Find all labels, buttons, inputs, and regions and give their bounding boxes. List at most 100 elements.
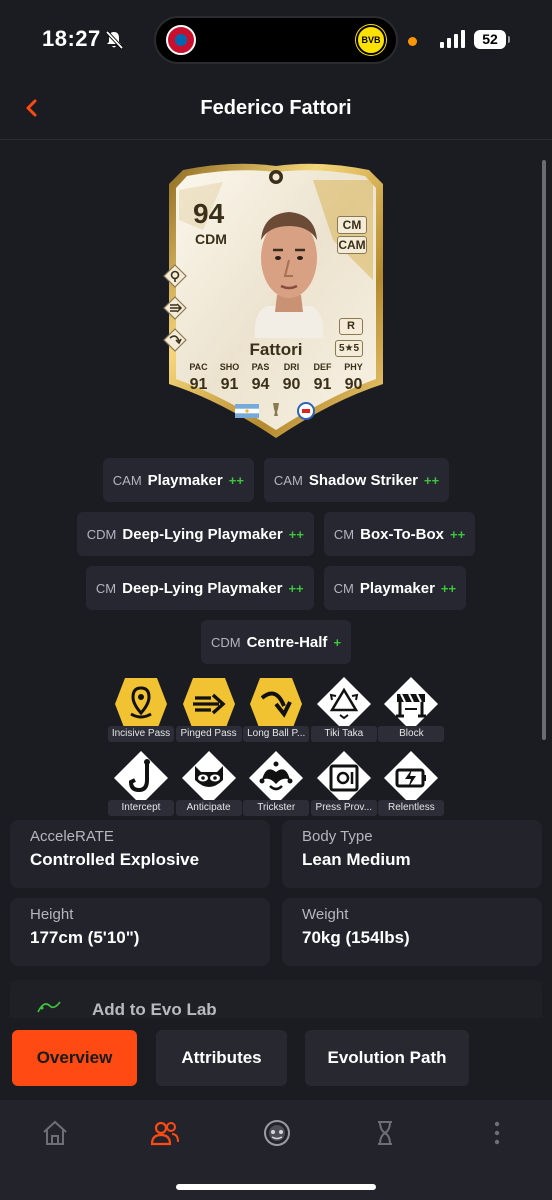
playstyle-label: Press Prov...	[310, 800, 377, 816]
playstyle-incisive-pass[interactable]: Incisive Pass	[108, 676, 174, 742]
body-type-card: Body Type Lean Medium	[282, 820, 542, 888]
weight-label: Weight	[302, 906, 349, 923]
evo-lab-icon	[37, 1001, 61, 1013]
role-chip[interactable]: CAM Playmaker ++	[102, 458, 254, 502]
accelerate-card: AcceleRATE Controlled Explosive	[10, 820, 270, 888]
body-type-label: Body Type	[302, 828, 373, 845]
bvb-crest: BVB	[356, 25, 386, 55]
evo-lab-label: Add to Evo Lab	[92, 1000, 217, 1019]
role-chip[interactable]: CM Playmaker ++	[323, 566, 467, 610]
card-position: CDM	[195, 231, 227, 247]
playstyle-label: Pinged Pass	[175, 726, 242, 742]
clock: 18:27	[42, 26, 101, 51]
playstyle-label: Long Ball P...	[243, 726, 310, 742]
triangle-arrows-icon	[316, 677, 371, 731]
playstyle-label: Anticipate	[175, 800, 242, 816]
alt-position-1: CM	[337, 216, 367, 234]
dynamic-island[interactable]: BVB	[154, 16, 398, 64]
height-card: Height 177cm (5'10")	[10, 898, 270, 966]
playstyle-label: Block	[378, 726, 445, 742]
more-icon[interactable]	[482, 1118, 512, 1148]
card-player-name: Fattori	[249, 340, 303, 359]
hook-icon	[114, 751, 168, 805]
player-roles: CAM Playmaker ++ CAM Shadow Striker ++ CDM De…	[0, 458, 552, 674]
playstyles-row: Incisive Pass Pinged Pass Long Ball P...	[108, 676, 445, 742]
playstyle-label: Relentless	[378, 800, 445, 816]
cellular-signal-icon	[440, 30, 466, 48]
club-icon[interactable]	[262, 1118, 292, 1148]
page-title: Federico Fattori	[200, 97, 352, 119]
bayern-munich-crest	[166, 25, 196, 55]
page-header: Federico Fattori	[0, 80, 552, 140]
role-row: CDM Deep-Lying Playmaker ++ CM Box-To-Box ++	[0, 512, 552, 556]
card-stats: PAC 91 SHO 91 PAS 94 DRI 90 DEF 91 PHY 90	[183, 362, 369, 394]
weight-card: Weight 70kg (154lbs)	[282, 898, 542, 966]
league-trophy-icon	[273, 403, 279, 416]
jester-icon	[249, 751, 304, 805]
player-card: 94 CDM CM CAM R 5★5 Fattori PAC 91 SHO 91 …	[163, 160, 389, 440]
argentina-flag	[235, 404, 259, 418]
playstyle-press-proven[interactable]: Press Prov...	[310, 750, 377, 816]
player-photo	[254, 212, 324, 338]
stat-phy: PHY 90	[344, 362, 363, 393]
evolutions-icon[interactable]	[370, 1118, 400, 1148]
playstyle-long-ball-pass[interactable]: Long Ball P...	[243, 676, 310, 742]
height-value: 177cm (5'10")	[30, 928, 140, 947]
barrier-icon	[384, 677, 439, 731]
role-row: CAM Playmaker ++ CAM Shadow Striker ++	[0, 458, 552, 502]
weight-value: 70kg (154lbs)	[302, 928, 410, 947]
stat-sho: SHO 91	[219, 362, 240, 393]
role-chip[interactable]: CM Box-To-Box ++	[323, 512, 476, 556]
role-chip[interactable]: CM Deep-Lying Playmaker ++	[85, 566, 314, 610]
playstyle-block[interactable]: Block	[378, 676, 445, 742]
bell-muted-icon	[105, 30, 124, 50]
status-bar: 18:27 BVB 52	[0, 0, 552, 80]
playstyle-label: Trickster	[243, 800, 310, 816]
height-label: Height	[30, 906, 74, 923]
home-indicator[interactable]	[176, 1184, 376, 1190]
players-icon[interactable]	[150, 1118, 180, 1148]
card-playstyle-fast-arrow-icon	[163, 296, 187, 320]
stat-def: DEF 91	[313, 362, 332, 393]
playstyle-pinged-pass[interactable]: Pinged Pass	[175, 676, 242, 742]
tab-evolution-path[interactable]: Evolution Path	[305, 1030, 469, 1086]
accelerate-label: AcceleRATE	[30, 828, 114, 845]
preferred-foot: R	[339, 318, 363, 335]
raccoon-icon	[181, 751, 236, 805]
safe-icon	[316, 751, 371, 805]
accelerate-value: Controlled Explosive	[30, 850, 200, 869]
fast-arrow-icon	[182, 678, 235, 730]
playstyle-tiki-taka[interactable]: Tiki Taka	[310, 676, 377, 742]
role-chip[interactable]: CAM Shadow Striker ++	[263, 458, 450, 502]
stat-pas: PAS 94	[251, 362, 270, 393]
role-row: CDM Centre-Half +	[0, 620, 552, 664]
battery-bolt-icon	[384, 751, 439, 805]
tab-overview[interactable]: Overview	[12, 1030, 137, 1086]
stat-dri: DRI 90	[282, 362, 301, 393]
privacy-indicator-dot	[408, 37, 417, 46]
curved-arrow-icon	[250, 678, 303, 730]
body-type-value: Lean Medium	[302, 850, 411, 869]
card-rating: 94	[193, 198, 225, 229]
location-pin-icon	[115, 678, 167, 730]
playstyles-row: Intercept Anticipate Trickster Press Pro…	[108, 750, 445, 816]
playstyle-label: Intercept	[108, 800, 174, 816]
playstyle-relentless[interactable]: Relentless	[378, 750, 445, 816]
alt-position-2: CAM	[337, 236, 367, 254]
club-crest	[297, 402, 315, 420]
playstyle-trickster[interactable]: Trickster	[243, 750, 310, 816]
role-chip[interactable]: CDM Centre-Half +	[200, 620, 352, 664]
playstyle-intercept[interactable]: Intercept	[108, 750, 174, 816]
tab-attributes[interactable]: Attributes	[156, 1030, 287, 1086]
playstyles-grid: Incisive Pass Pinged Pass Long Ball P...	[108, 676, 445, 824]
playstyle-label: Tiki Taka	[310, 726, 377, 742]
role-chip[interactable]: CDM Deep-Lying Playmaker ++	[76, 512, 314, 556]
card-playstyle-location-pin-icon	[163, 264, 187, 288]
home-icon[interactable]	[40, 1118, 70, 1148]
battery-indicator: 52	[474, 30, 510, 49]
stat-pac: PAC 91	[189, 362, 208, 393]
playstyle-anticipate[interactable]: Anticipate	[175, 750, 242, 816]
role-row: CM Deep-Lying Playmaker ++ CM Playmaker ++	[0, 566, 552, 610]
playstyle-label: Incisive Pass	[108, 726, 174, 742]
detail-tabs: Overview Attributes Evolution Path	[0, 1018, 552, 1100]
